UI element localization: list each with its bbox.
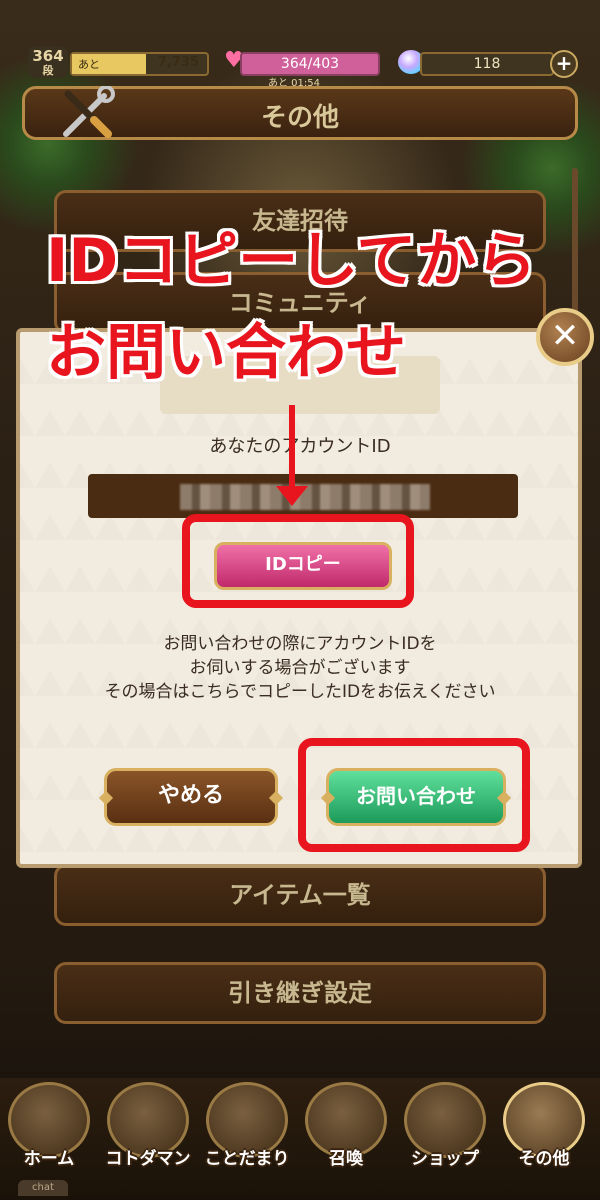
nav-label: ホーム xyxy=(23,1149,75,1169)
nav-label: その他 xyxy=(518,1149,570,1169)
inquiry-highlight-box xyxy=(298,738,530,852)
tools-icon xyxy=(63,86,115,138)
nav-home[interactable]: ホーム xyxy=(2,1082,96,1182)
menu-item-transfer-settings[interactable]: 引き継ぎ設定 xyxy=(54,962,546,1024)
bottom-nav: ホーム コトダマン ことだまり 召喚 ショップ その他 xyxy=(0,1078,600,1200)
dialog-note: お問い合わせの際にアカウントIDを お伺いする場合がございます その場合はこちら… xyxy=(20,632,580,704)
rank-unit: 段 xyxy=(42,64,54,77)
add-gems-button[interactable]: + xyxy=(550,50,578,78)
rank-badge: 364 段 xyxy=(28,46,68,78)
cancel-button[interactable]: やめる xyxy=(98,768,284,826)
chat-tab[interactable]: chat xyxy=(18,1180,68,1196)
gem-count: 118 xyxy=(420,52,554,76)
exp-label: あと xyxy=(78,58,100,71)
account-id-label: あなたのアカウントID xyxy=(209,436,391,457)
annotation-line-1: IDコピーしてから xyxy=(45,225,537,297)
cancel-label: やめる xyxy=(157,783,224,808)
note-line: お問い合わせの際にアカウントIDを xyxy=(163,634,437,654)
stamina-bar: 364/403 xyxy=(240,52,380,76)
arrow-shaft xyxy=(289,405,295,495)
note-line: お伺いする場合がございます xyxy=(189,658,411,678)
nav-shop[interactable]: ショップ xyxy=(398,1082,492,1182)
menu-item-item-list[interactable]: アイテム一覧 xyxy=(54,864,546,926)
nav-label: 召喚 xyxy=(329,1149,363,1169)
diamond-ornament xyxy=(98,790,114,806)
nav-summon[interactable]: 召喚 xyxy=(299,1082,393,1182)
copy-highlight-box xyxy=(182,514,414,608)
exp-bar: あと 7,735 xyxy=(70,52,209,76)
nav-kotodamari[interactable]: ことだまり xyxy=(200,1082,294,1182)
nav-label: ショップ xyxy=(411,1149,479,1169)
rank-value: 364 xyxy=(32,47,64,65)
diamond-ornament xyxy=(268,790,284,806)
nav-other[interactable]: その他 xyxy=(497,1082,591,1182)
nav-label: ことだまり xyxy=(204,1149,290,1169)
nav-label: コトダマン xyxy=(105,1149,191,1169)
exp-value: 7,735 xyxy=(157,55,199,70)
note-line: その場合はこちらでコピーしたIDをお伝えください xyxy=(104,682,496,702)
close-dialog-button[interactable]: ✕ xyxy=(536,308,594,366)
nav-kotodaman[interactable]: コトダマン xyxy=(101,1082,195,1182)
annotation-line-2: お問い合わせ xyxy=(45,317,407,389)
app-screen: 364 段 あと 7,735 ♥ 364/403 あと 01:54 118 + … xyxy=(0,0,600,1200)
status-bar: 364 段 あと 7,735 ♥ 364/403 あと 01:54 118 + xyxy=(0,44,600,89)
arrow-down-icon xyxy=(276,486,308,506)
